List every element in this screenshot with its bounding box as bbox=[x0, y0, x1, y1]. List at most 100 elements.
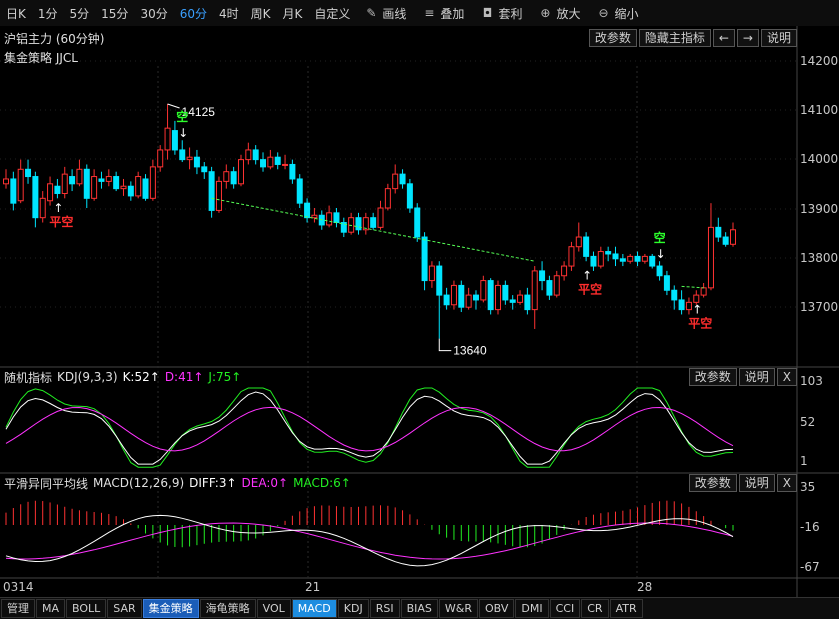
macd-close-button[interactable]: X bbox=[776, 474, 797, 492]
candle-body bbox=[715, 226, 722, 238]
period-tab-6[interactable]: 4时 bbox=[213, 5, 245, 22]
prev-arrow-button[interactable]: ← bbox=[712, 29, 735, 47]
candle-body bbox=[17, 168, 24, 202]
tool-label: 缩小 bbox=[614, 6, 639, 21]
candle-body bbox=[531, 270, 538, 311]
period-tab-0[interactable]: 日K bbox=[0, 5, 32, 22]
candle-body bbox=[179, 149, 186, 161]
macd-tick: -16 bbox=[800, 520, 820, 534]
signal-label: 平空 bbox=[578, 282, 602, 297]
kdj-close-button[interactable]: X bbox=[776, 368, 797, 386]
candle-body bbox=[546, 280, 553, 296]
indicator-tab-4[interactable]: 集金策略 bbox=[142, 599, 199, 618]
kdj-k-value: K:52↑ bbox=[122, 370, 160, 384]
period-tab-9[interactable]: 自定义 bbox=[308, 5, 356, 22]
zoom-in-icon: ⊕ bbox=[540, 6, 551, 20]
kdj-edit-button[interactable]: 改参数 bbox=[688, 368, 737, 386]
indicator-tab-14[interactable]: CCI bbox=[549, 599, 581, 618]
indicator-tab-11[interactable]: W&R bbox=[438, 599, 478, 618]
indicator-tab-2[interactable]: BOLL bbox=[66, 599, 107, 618]
period-tab-7[interactable]: 周K bbox=[245, 5, 277, 22]
macd-macd-value: MACD:6↑ bbox=[293, 476, 351, 490]
candle-body bbox=[472, 294, 479, 301]
indicator-tab-12[interactable]: OBV bbox=[479, 599, 515, 618]
period-tab-4[interactable]: 30分 bbox=[134, 5, 173, 22]
indicator-tab-10[interactable]: BIAS bbox=[400, 599, 438, 618]
candle-body bbox=[245, 149, 252, 161]
candle-body bbox=[164, 127, 171, 151]
next-arrow-button[interactable]: → bbox=[736, 29, 759, 47]
low-price-label: 13640 bbox=[453, 344, 487, 358]
tool-stack-button[interactable]: ≡ 叠加 bbox=[414, 5, 472, 22]
candle-body bbox=[730, 229, 736, 245]
macd-diff-value: DIFF:3↑ bbox=[189, 476, 237, 490]
candle-body bbox=[157, 149, 164, 168]
period-tab-8[interactable]: 月K bbox=[277, 5, 309, 22]
indicator-tab-1[interactable]: MA bbox=[36, 599, 66, 618]
candle-body bbox=[663, 275, 670, 291]
candle-body bbox=[193, 156, 200, 168]
period-tab-3[interactable]: 15分 bbox=[95, 5, 134, 22]
tool-pencil-button[interactable]: ✎ 画线 bbox=[356, 5, 414, 22]
candle-body bbox=[83, 168, 90, 199]
indicator-tab-8[interactable]: KDJ bbox=[337, 599, 369, 618]
tool-zoom-out-button[interactable]: ⊖ 缩小 bbox=[588, 5, 646, 22]
period-tab-2[interactable]: 5分 bbox=[64, 5, 96, 22]
indicator-tab-6[interactable]: VOL bbox=[256, 599, 291, 618]
indicator-tab-9[interactable]: RSI bbox=[369, 599, 400, 618]
candle-body bbox=[553, 275, 560, 296]
instrument-title: 沪铝主力 (60分钟) bbox=[4, 31, 105, 46]
date-tick: 0314 bbox=[3, 580, 34, 594]
tool-bag-button[interactable]: ◘ 套利 bbox=[472, 5, 530, 22]
period-tab-5[interactable]: 60分 bbox=[174, 5, 213, 22]
period-tab-1[interactable]: 1分 bbox=[32, 5, 64, 22]
tool-zoom-in-button[interactable]: ⊕ 放大 bbox=[530, 5, 588, 22]
kdj-tick: 103 bbox=[800, 374, 823, 388]
kdj-help-button[interactable]: 说明 bbox=[738, 368, 775, 386]
indicator-tab-13[interactable]: DMI bbox=[515, 599, 549, 618]
candle-body bbox=[25, 168, 32, 178]
indicator-tab-5[interactable]: 海龟策略 bbox=[199, 599, 256, 618]
macd-help-button[interactable]: 说明 bbox=[738, 474, 775, 492]
candle-body bbox=[700, 287, 707, 296]
hide-indicator-button[interactable]: 隐藏主指标 bbox=[638, 29, 711, 47]
candle-body bbox=[509, 299, 516, 303]
edit-params-button[interactable]: 改参数 bbox=[588, 29, 637, 47]
arrow-up-icon: ↑ bbox=[692, 303, 702, 317]
candle-body bbox=[370, 217, 377, 228]
date-tick: 21 bbox=[305, 580, 321, 594]
indicator-tab-7[interactable]: MACD bbox=[291, 599, 337, 618]
candle-body bbox=[627, 255, 634, 262]
price-tick: 13800 bbox=[800, 251, 839, 265]
kdj-j-value: J:75↑ bbox=[208, 370, 242, 384]
candle-body bbox=[634, 255, 641, 262]
date-tick: 28 bbox=[637, 580, 653, 594]
candle-body bbox=[333, 212, 340, 224]
arrow-up-icon: ↑ bbox=[582, 269, 592, 283]
candle-body bbox=[282, 163, 289, 166]
candle-body bbox=[671, 289, 678, 301]
candle-body bbox=[524, 294, 531, 311]
candle-body bbox=[685, 301, 692, 311]
macd-edit-button[interactable]: 改参数 bbox=[688, 474, 737, 492]
indicator-tab-0[interactable]: 管理 bbox=[1, 599, 35, 618]
candle-body bbox=[707, 226, 714, 289]
help-button[interactable]: 说明 bbox=[760, 29, 797, 47]
kdj-d-value: D:41↑ bbox=[164, 370, 204, 384]
indicator-tab-15[interactable]: CR bbox=[581, 599, 609, 618]
candle-body bbox=[61, 173, 68, 194]
indicator-tab-16[interactable]: ATR bbox=[609, 599, 643, 618]
candle-body bbox=[311, 214, 318, 219]
candle-body bbox=[10, 178, 17, 204]
chart-area[interactable]: 1412513640↑平空空↓↑平空空↓↑平空 bbox=[0, 26, 839, 597]
macd-tick: -67 bbox=[800, 560, 820, 574]
candle-body bbox=[135, 176, 142, 197]
candle-body bbox=[39, 197, 46, 219]
macd-tick: 35 bbox=[800, 480, 816, 494]
indicator-tab-3[interactable]: SAR bbox=[107, 599, 142, 618]
macd-panel-header: 平滑异同平均线 MACD(12,26,9) DIFF:3↑ DEA:0↑ MAC… bbox=[0, 474, 797, 492]
candle-body bbox=[539, 270, 546, 282]
kdj-tick: 52 bbox=[800, 415, 816, 429]
candle-body bbox=[678, 299, 685, 311]
candle-body bbox=[215, 180, 222, 211]
